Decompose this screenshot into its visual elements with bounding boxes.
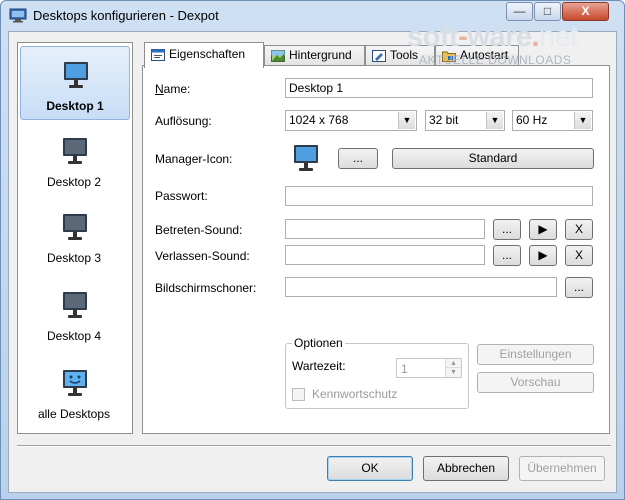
chevron-down-icon[interactable]: ▼ <box>574 112 591 129</box>
window-title: Desktops konfigurieren - Dexpot <box>33 8 219 23</box>
leave-sound-input[interactable] <box>285 245 485 265</box>
desktop-list-item-all[interactable]: alle Desktops <box>20 355 130 429</box>
enter-sound-browse-button[interactable]: ... <box>493 219 521 240</box>
manager-icon-preview <box>294 145 318 171</box>
desktop-list-item-3[interactable]: Desktop 3 <box>20 199 130 273</box>
image-icon <box>271 50 285 62</box>
enter-sound-play-button[interactable]: ▶ <box>529 219 557 240</box>
refresh-rate-select[interactable]: 60 Hz ▼ <box>512 110 593 131</box>
settings-button[interactable]: Einstellungen <box>477 344 594 365</box>
manager-icon-browse-button[interactable]: ... <box>338 148 378 169</box>
standard-button[interactable]: Standard <box>392 148 594 169</box>
properties-panel: Name: Desktop 1 Auflösung: 1024 x 768 ▼ … <box>142 65 610 434</box>
maximize-button[interactable]: □ <box>534 2 561 21</box>
leave-sound-clear-button[interactable]: X <box>565 245 593 266</box>
watermark-logo: soft-ware.net AKTUELLE DOWNLOADS <box>407 21 617 69</box>
tab-hintergrund[interactable]: Hintergrund <box>264 45 365 67</box>
properties-icon <box>151 49 165 61</box>
chevron-down-icon[interactable]: ▼ <box>486 112 503 129</box>
screensaver-label: Bildschirmschoner: <box>155 281 257 295</box>
app-icon <box>9 8 27 23</box>
screensaver-input[interactable] <box>285 277 557 297</box>
desktop-list-item-2[interactable]: Desktop 2 <box>20 123 130 197</box>
enter-sound-label: Betreten-Sound: <box>155 223 243 237</box>
screensaver-browse-button[interactable]: ... <box>565 277 593 298</box>
clear-icon: X <box>574 248 583 262</box>
leave-sound-label: Verlassen-Sound: <box>155 249 250 263</box>
monitor-icon <box>63 292 87 318</box>
desktop-list[interactable]: Desktop 1 Desktop 2 Desktop 3 Desktop 4 … <box>17 42 133 434</box>
dialog-client-area: Desktop 1 Desktop 2 Desktop 3 Desktop 4 … <box>8 31 617 493</box>
enter-sound-input[interactable] <box>285 219 485 239</box>
cancel-button[interactable]: Abbrechen <box>423 456 509 481</box>
dialog-window: Desktops konfigurieren - Dexpot — □ X De… <box>0 0 625 500</box>
play-icon: ▶ <box>538 248 548 262</box>
desktop-list-label: Desktop 2 <box>46 175 102 189</box>
watermark-subtitle: AKTUELLE DOWNLOADS <box>419 53 572 67</box>
tools-icon <box>372 50 386 62</box>
ok-button[interactable]: OK <box>327 456 413 481</box>
password-protect-label: Kennwortschutz <box>312 387 398 401</box>
options-group-title: Optionen <box>292 336 345 350</box>
desktop-list-label: Desktop 4 <box>46 329 102 343</box>
resolution-label: Auflösung: <box>155 114 212 128</box>
name-label: Name: <box>155 82 191 96</box>
name-input[interactable]: Desktop 1 <box>285 78 593 98</box>
desktop-list-label: Desktop 1 <box>46 99 104 113</box>
minimize-button[interactable]: — <box>506 2 533 21</box>
close-button[interactable]: X <box>562 2 609 21</box>
preview-button[interactable]: Vorschau <box>477 372 594 393</box>
monitor-icon <box>63 214 87 240</box>
clear-icon: X <box>574 222 583 236</box>
resolution-select[interactable]: 1024 x 768 ▼ <box>285 110 417 131</box>
color-depth-select[interactable]: 32 bit ▼ <box>425 110 505 131</box>
wait-time-stepper[interactable]: 1 ▲ ▼ <box>396 358 462 378</box>
password-label: Passwort: <box>155 189 208 203</box>
apply-button[interactable]: Übernehmen <box>519 456 605 481</box>
monitor-icon <box>64 62 88 88</box>
desktop-list-item-4[interactable]: Desktop 4 <box>20 277 130 351</box>
manager-icon-label: Manager-Icon: <box>155 152 233 166</box>
all-desktops-icon <box>63 370 87 396</box>
chevron-up-icon[interactable]: ▲ <box>445 359 461 368</box>
enter-sound-clear-button[interactable]: X <box>565 219 593 240</box>
desktop-list-label: alle Desktops <box>37 407 111 421</box>
chevron-down-icon[interactable]: ▼ <box>445 368 461 377</box>
play-icon: ▶ <box>538 222 548 236</box>
desktop-list-item-1[interactable]: Desktop 1 <box>20 46 130 120</box>
tab-eigenschaften[interactable]: Eigenschaften <box>144 42 264 68</box>
password-input[interactable] <box>285 186 593 206</box>
footer-separator <box>17 445 611 447</box>
monitor-icon <box>63 138 87 164</box>
options-group: Optionen Wartezeit: 1 ▲ ▼ Kennwortschutz <box>285 336 469 409</box>
watermark-brand: soft-ware.net <box>407 21 578 53</box>
leave-sound-play-button[interactable]: ▶ <box>529 245 557 266</box>
wait-time-label: Wartezeit: <box>292 359 346 373</box>
desktop-list-label: Desktop 3 <box>46 251 102 265</box>
leave-sound-browse-button[interactable]: ... <box>493 245 521 266</box>
chevron-down-icon[interactable]: ▼ <box>398 112 415 129</box>
